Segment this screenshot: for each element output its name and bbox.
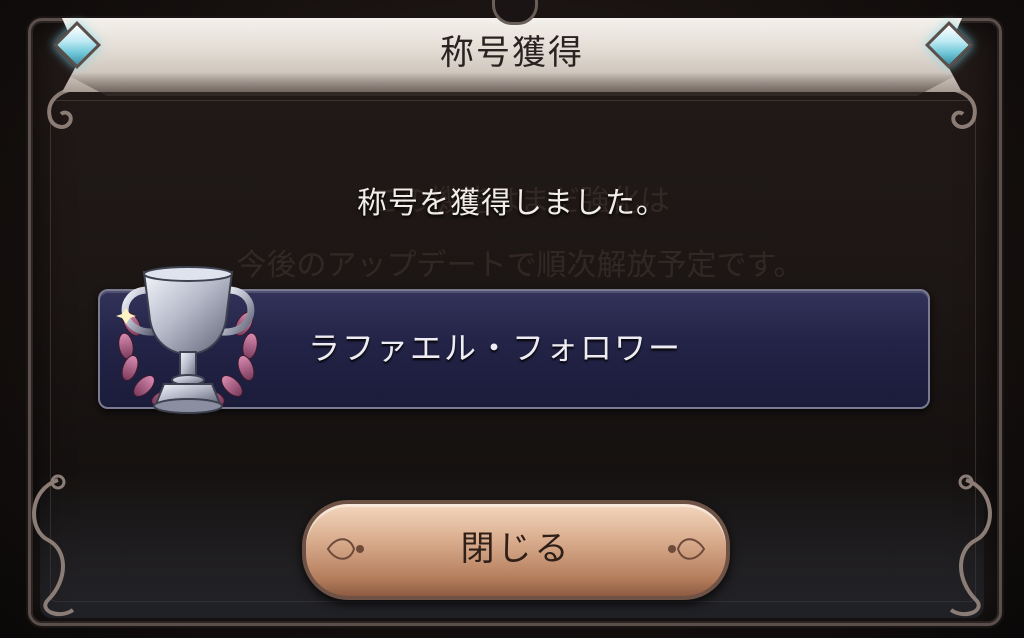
close-button[interactable]: 閉じる — [302, 500, 730, 600]
earned-title-name: ラファエル・フォロワー — [308, 329, 683, 367]
flourish-icon — [668, 538, 706, 560]
corner-scroll-icon — [949, 474, 992, 617]
title-acquired-dialog: この機能はまだ強化は 今後のアップデートで順次解放予定です。 称号獲得 称号を獲… — [0, 0, 1024, 638]
corner-scroll-icon — [32, 474, 75, 617]
acquired-message: 称号を獲得しました。 — [357, 186, 667, 221]
dialog-title: 称号獲得 — [440, 33, 584, 73]
close-button-label: 閉じる — [460, 529, 572, 569]
trophy-icon — [116, 266, 258, 414]
